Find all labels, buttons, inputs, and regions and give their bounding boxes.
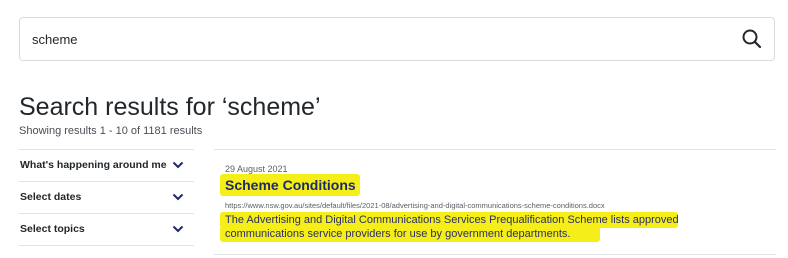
result-description: The Advertising and Digital Communicatio… — [225, 214, 679, 240]
result-date: 29 August 2021 — [225, 164, 288, 174]
result-title-link[interactable]: Scheme Conditions — [225, 177, 356, 193]
results-count: Showing results 1 - 10 of 1181 results — [19, 125, 203, 137]
search-bar — [19, 17, 775, 61]
chevron-down-icon — [172, 225, 184, 233]
filter-select-topics[interactable]: Select topics — [19, 214, 194, 246]
search-button[interactable] — [740, 27, 764, 51]
result-url: https://www.nsw.gov.au/sites/default/fil… — [225, 201, 605, 210]
filter-whats-happening[interactable]: What's happening around me — [19, 149, 194, 182]
page-title: Search results for ‘scheme’ — [19, 93, 321, 121]
filter-label: Select topics — [20, 223, 85, 235]
chevron-down-icon — [172, 193, 184, 201]
search-icon — [742, 29, 762, 49]
search-result-item: 29 August 2021 Scheme Conditions https:/… — [214, 149, 776, 255]
chevron-down-icon — [172, 161, 184, 169]
search-results-page: Search results for ‘scheme’ Showing resu… — [0, 0, 788, 258]
filter-label: Select dates — [20, 191, 82, 203]
filter-label: What's happening around me — [20, 159, 167, 171]
filter-select-dates[interactable]: Select dates — [19, 182, 194, 214]
filters-panel: What's happening around me Select dates … — [19, 149, 194, 246]
search-input[interactable] — [32, 18, 722, 60]
